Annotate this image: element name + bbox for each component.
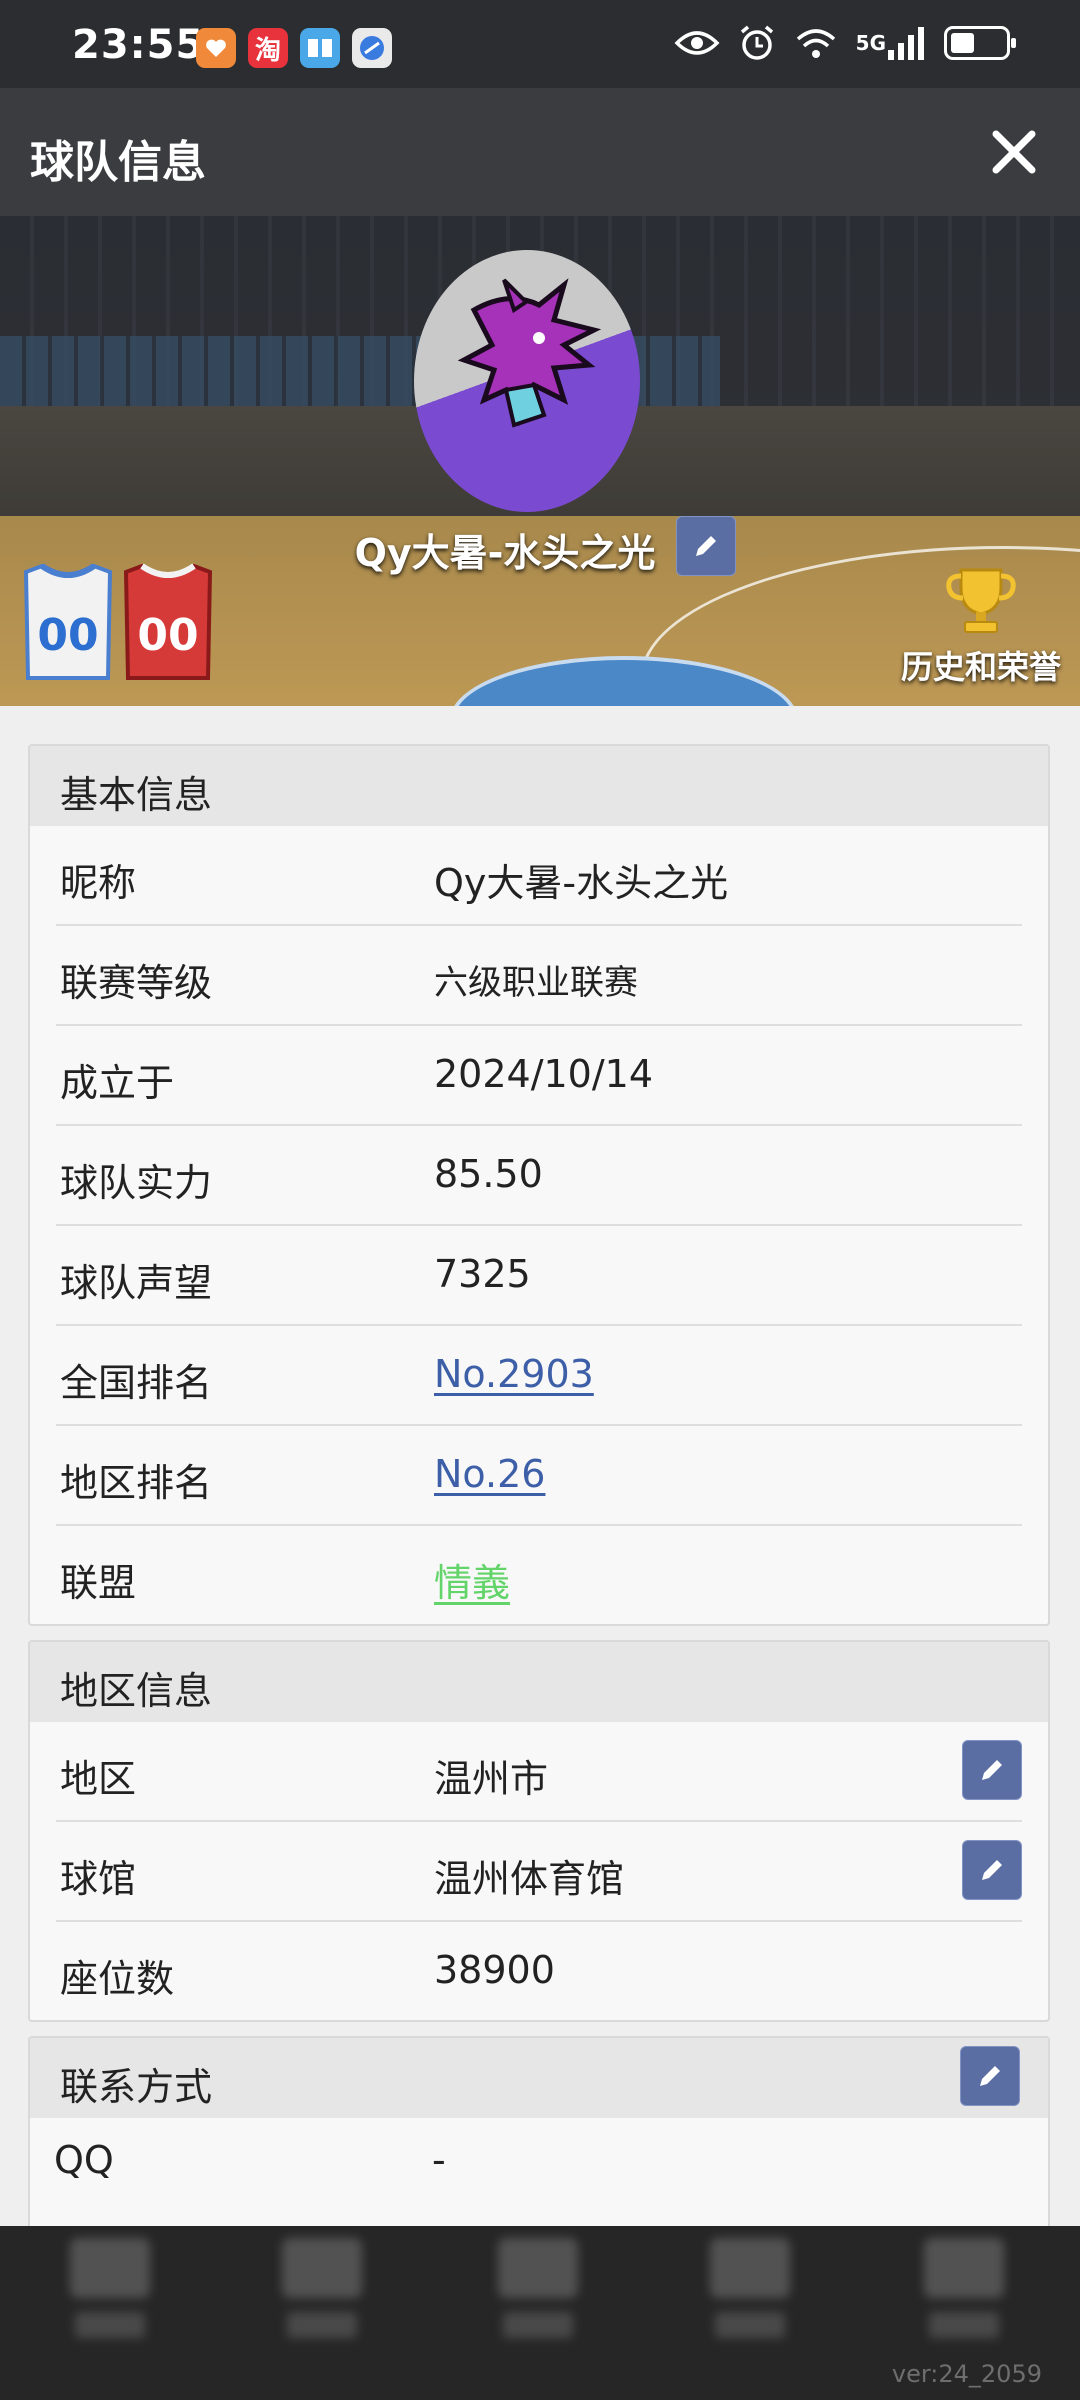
edit-team-name-button[interactable] <box>676 516 736 576</box>
basic-info-title: 基本信息 <box>60 773 213 817</box>
edit-contact-button[interactable] <box>960 2046 1020 2106</box>
reputation-value: 7325 <box>434 1252 531 1296</box>
info-row-seats: 座位数 38900 <box>56 1922 1022 2020</box>
status-bar: 23:55 淘 5G <box>0 0 1080 88</box>
nav-item-3[interactable] <box>478 2238 598 2368</box>
wifi-icon <box>794 25 838 61</box>
edit-region-button[interactable] <box>962 1740 1022 1800</box>
row-label: 球队声望 <box>60 1261 213 1305</box>
book-app-icon <box>300 28 340 68</box>
team-logo[interactable] <box>414 250 640 512</box>
pencil-icon <box>696 536 716 556</box>
row-label: 地区排名 <box>60 1461 213 1505</box>
region-info-header: 地区信息 <box>30 1642 1048 1722</box>
info-row-arena: 球馆 温州体育馆 <box>56 1822 1022 1922</box>
info-row-strength: 球队实力 85.50 <box>56 1126 1022 1226</box>
status-time: 23:55 <box>72 22 205 68</box>
info-row-league: 联赛等级 六级职业联赛 <box>56 926 1022 1026</box>
battery-level <box>951 33 975 53</box>
row-label: 地区 <box>60 1757 137 1801</box>
battery-icon <box>944 26 1016 60</box>
team-banner: Qy大暑-水头之光 00 00 历史和荣誉 <box>0 216 1080 706</box>
region-info-card: 地区信息 地区 温州市 球馆 温州体育馆 座位数 38900 <box>28 1640 1050 2022</box>
row-label: 昵称 <box>60 861 137 905</box>
founded-value: 2024/10/14 <box>434 1052 654 1096</box>
alarm-icon <box>738 24 776 62</box>
nickname-value: Qy大暑-水头之光 <box>434 861 729 905</box>
away-jersey-icon[interactable]: 00 <box>124 562 212 682</box>
row-label: 全国排名 <box>60 1361 213 1405</box>
history-honors-label: 历史和荣誉 <box>900 648 1061 686</box>
eye-icon <box>674 28 720 58</box>
team-name: Qy大暑-水头之光 <box>354 531 656 575</box>
nav-item-5[interactable] <box>904 2238 1024 2368</box>
info-row-national-rank: 全国排名 No.2903 <box>56 1326 1022 1426</box>
dragon-icon <box>457 278 602 428</box>
seats-value: 38900 <box>434 1948 555 1992</box>
network-type: 5G <box>855 31 886 55</box>
page-title: 球队信息 <box>30 137 206 188</box>
info-row-reputation: 球队声望 7325 <box>56 1226 1022 1326</box>
pencil-icon <box>982 1760 1002 1780</box>
away-jersey-number: 00 <box>137 610 198 661</box>
status-app-icons: 淘 <box>196 28 392 68</box>
nav-item-1[interactable] <box>50 2238 170 2368</box>
basic-info-header: 基本信息 <box>30 746 1048 826</box>
home-jersey-icon[interactable]: 00 <box>24 562 112 682</box>
status-indicators: 5G <box>674 24 1016 62</box>
strength-value: 85.50 <box>434 1152 543 1196</box>
row-label: QQ <box>54 2138 114 2182</box>
league-value: 六级职业联赛 <box>434 963 638 1003</box>
arena-value: 温州体育馆 <box>434 1857 625 1901</box>
info-row-alliance: 联盟 情義 <box>56 1526 1022 1624</box>
history-honors-button[interactable]: 历史和荣誉 <box>896 566 1066 688</box>
region-value: 温州市 <box>434 1757 549 1801</box>
info-row-qq: QQ - <box>54 2118 1022 2216</box>
edit-arena-button[interactable] <box>962 1840 1022 1900</box>
taobao-icon: 淘 <box>248 28 288 68</box>
browser-app-icon <box>352 28 392 68</box>
info-row-regional-rank: 地区排名 No.26 <box>56 1426 1022 1526</box>
row-label: 座位数 <box>60 1957 175 2001</box>
nav-item-4[interactable] <box>690 2238 810 2368</box>
signal-icon: 5G <box>856 26 926 60</box>
info-row-founded: 成立于 2024/10/14 <box>56 1026 1022 1126</box>
national-rank-link[interactable]: No.2903 <box>434 1352 594 1396</box>
home-jersey-number: 00 <box>37 610 98 661</box>
row-label: 球馆 <box>60 1857 137 1901</box>
regional-rank-link[interactable]: No.26 <box>434 1452 545 1496</box>
contact-header: 联系方式 <box>30 2038 1048 2118</box>
heart-app-icon <box>196 28 236 68</box>
app-header: 球队信息 <box>0 88 1080 216</box>
info-row-region: 地区 温州市 <box>56 1722 1022 1822</box>
row-label: 成立于 <box>60 1061 175 1105</box>
contact-title: 联系方式 <box>60 2065 213 2109</box>
nav-item-2[interactable] <box>262 2238 382 2368</box>
row-label: 联赛等级 <box>60 961 213 1005</box>
alliance-link[interactable]: 情義 <box>434 1552 510 1607</box>
row-label: 联盟 <box>60 1561 137 1605</box>
row-label: 球队实力 <box>60 1161 213 1205</box>
trophy-icon <box>946 568 1016 633</box>
region-info-title: 地区信息 <box>60 1669 213 1713</box>
version-label: ver:24_2059 <box>891 2360 1042 2388</box>
info-row-nickname: 昵称 Qy大暑-水头之光 <box>56 826 1022 926</box>
qq-value: - <box>432 2138 446 2182</box>
contact-card: 联系方式 QQ - <box>28 2036 1050 2230</box>
pencil-icon <box>980 2066 1000 2086</box>
pencil-icon <box>982 1860 1002 1880</box>
basic-info-card: 基本信息 昵称 Qy大暑-水头之光 联赛等级 六级职业联赛 成立于 2024/1… <box>28 744 1050 1626</box>
bottom-nav: ver:24_2059 <box>0 2226 1080 2400</box>
close-icon[interactable] <box>986 124 1042 180</box>
